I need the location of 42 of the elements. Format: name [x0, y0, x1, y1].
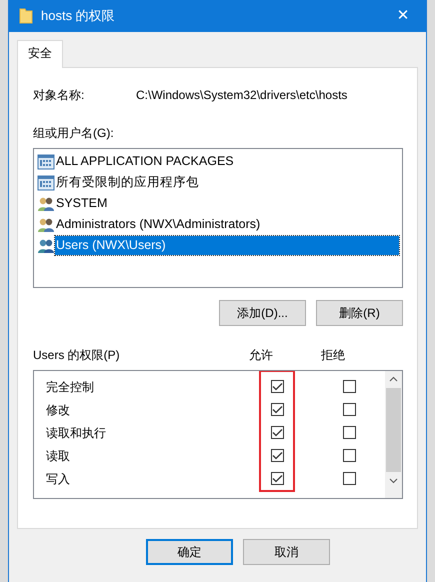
- checkbox[interactable]: [342, 449, 356, 462]
- column-header: 允许: [248, 347, 274, 364]
- list-item[interactable]: Administrators (NWX\Administrators): [55, 215, 262, 234]
- button[interactable]: 确定: [146, 539, 233, 565]
- checkbox[interactable]: [342, 472, 356, 485]
- checkbox[interactable]: [270, 380, 284, 393]
- groups-label: 组或用户名(G):: [33, 125, 115, 142]
- window-title: hosts 的权限: [41, 7, 115, 26]
- checkbox[interactable]: [270, 449, 284, 462]
- button[interactable]: 添加(D)...: [219, 300, 306, 326]
- object-path: C:\Windows\System32\drivers\etc\hosts: [136, 87, 348, 104]
- checkbox[interactable]: [342, 380, 356, 393]
- package-icon: [37, 154, 55, 170]
- close-button[interactable]: ✕: [380, 0, 426, 32]
- scroll-down-icon[interactable]: [389, 478, 398, 484]
- button[interactable]: 取消: [243, 539, 330, 565]
- button[interactable]: 删除(R): [316, 300, 403, 326]
- tab[interactable]: 安全: [17, 40, 63, 68]
- user-group-icon: [37, 238, 55, 254]
- list-item[interactable]: SYSTEM: [55, 194, 108, 213]
- checkbox[interactable]: [342, 426, 356, 439]
- folder-icon: [19, 8, 33, 24]
- list-item[interactable]: Users (NWX\Users): [55, 236, 399, 255]
- permission-name: 读取: [46, 448, 71, 464]
- scroll-up-icon[interactable]: [389, 376, 398, 382]
- checkbox[interactable]: [270, 472, 284, 485]
- permission-name: 完全控制: [46, 378, 95, 396]
- permission-name: 读取和执行: [46, 424, 107, 442]
- permission-name: 写入: [46, 470, 71, 488]
- package-icon: [37, 174, 55, 190]
- permissions-label: Users 的权限(P): [33, 347, 121, 364]
- list-item[interactable]: ALL APPLICATION PACKAGES: [55, 152, 235, 171]
- list-item[interactable]: 所有受限制的应用程序包: [55, 173, 200, 192]
- checkbox[interactable]: [270, 426, 284, 439]
- user-group-icon: [37, 216, 55, 232]
- object-name-label: 对象名称:: [33, 87, 86, 104]
- scrollbar[interactable]: [385, 371, 402, 498]
- checkbox[interactable]: [342, 403, 356, 416]
- user-group-icon: [37, 196, 55, 212]
- column-header: 拒绝: [320, 347, 346, 364]
- permission-name: 修改: [46, 402, 71, 418]
- checkbox[interactable]: [270, 403, 284, 416]
